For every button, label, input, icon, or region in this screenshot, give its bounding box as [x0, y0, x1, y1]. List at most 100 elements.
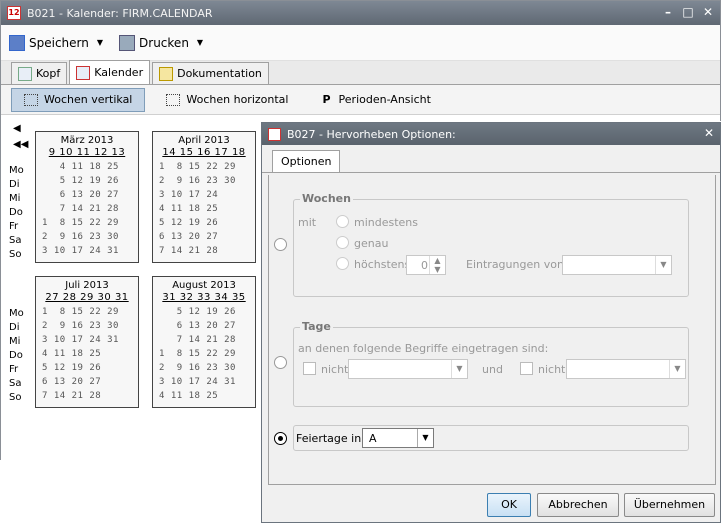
spinner-value: 0 — [421, 259, 428, 272]
and-label: und — [482, 363, 503, 376]
floppy-disk-icon — [9, 34, 25, 51]
toolbar: Speichern ▼ Drucken ▼ — [1, 25, 720, 61]
cancel-button[interactable]: Abbrechen — [537, 493, 619, 517]
term-combo-1[interactable]: ▼ — [348, 359, 468, 379]
view-label: Wochen vertikal — [44, 93, 133, 106]
view-weeks-vertical-button[interactable]: Wochen vertikal — [11, 87, 146, 112]
day-grid[interactable]: 1 8 15 22 29 2 9 16 23 30 3 10 17 24 31 4 1… — [36, 305, 138, 403]
not-checkbox-2[interactable] — [520, 362, 533, 375]
dialog-tab-bar: Optionen — [262, 145, 720, 173]
apply-button[interactable]: Übernehmen — [624, 493, 715, 517]
day-label: Mo — [9, 165, 24, 176]
vertical-grid-icon — [24, 93, 38, 106]
window-titlebar: 12 B021 - Kalender: FIRM.CALENDAR – □ ✕ — [1, 1, 720, 25]
day-grid[interactable]: 1 8 15 22 29 2 9 16 23 30 3 10 17 24 4 11 1… — [153, 160, 255, 258]
weeks-group: Wochen mit mindestens genau höchstens 0 … — [293, 192, 689, 297]
chevron-down-icon[interactable]: ▼ — [97, 38, 103, 47]
maximum-radio[interactable] — [336, 257, 349, 270]
document-icon — [159, 66, 174, 81]
day-label: Di — [9, 322, 20, 333]
day-label: Do — [9, 207, 23, 218]
day-label: Do — [9, 350, 23, 361]
day-label: Di — [9, 179, 20, 190]
exact-radio[interactable] — [336, 236, 349, 249]
save-button[interactable]: Speichern ▼ — [9, 34, 103, 51]
day-labels-bottom: Mo Di Mi Do Fr Sa So — [9, 307, 33, 405]
holidays-radio[interactable] — [274, 432, 287, 445]
week-numbers: 9 10 11 12 13 — [48, 147, 126, 158]
calendar-icon — [76, 65, 91, 80]
days-radio[interactable] — [274, 356, 287, 369]
chevron-down-icon[interactable]: ▼ — [669, 360, 685, 378]
close-icon[interactable]: ✕ — [704, 126, 714, 140]
spinner-arrows-icon[interactable]: ▲ ▼ — [429, 256, 445, 274]
tab-kalender[interactable]: Kalender — [69, 60, 151, 84]
dialog-title: B027 - Hervorheben Optionen: — [287, 127, 456, 141]
day-label: Mi — [9, 193, 21, 204]
rewind-arrow-icon[interactable]: ◀◀ — [13, 139, 28, 150]
holidays-group: Feiertage in: A ▼ — [293, 425, 689, 451]
month-march: März 2013 9 10 11 12 13 4 11 18 25 5 12 … — [35, 131, 139, 263]
calendar-icon — [268, 127, 281, 141]
horizontal-grid-icon — [166, 93, 181, 106]
day-label: Sa — [9, 378, 22, 389]
view-label: Wochen horizontal — [186, 93, 289, 106]
month-title: April 2013 — [178, 135, 230, 146]
view-bar: Wochen vertikal Wochen horizontal P Perio… — [1, 85, 720, 115]
month-july: Juli 2013 27 28 29 30 31 1 8 15 22 29 2 9… — [35, 276, 139, 408]
day-grid[interactable]: 4 11 18 25 5 12 19 26 6 13 20 27 7 14 21… — [36, 160, 138, 258]
days-group: Tage an denen folgende Begriffe eingetra… — [293, 320, 689, 407]
tab-label: Kopf — [36, 67, 61, 80]
window-title: B021 - Kalender: FIRM.CALENDAR — [27, 6, 213, 20]
tab-bar: Kopf Kalender Dokumentation — [1, 60, 720, 85]
days-group-label: Tage — [300, 320, 333, 333]
print-label: Drucken — [139, 35, 189, 50]
not-checkbox-1[interactable] — [303, 362, 316, 375]
exact-label: genau — [354, 237, 389, 250]
chevron-down-icon[interactable]: ▼ — [197, 38, 203, 47]
minimize-button[interactable]: – — [660, 4, 676, 20]
days-description: an denen folgende Begriffe eingetragen s… — [298, 342, 549, 355]
entries-from-label: Eintragungen von: — [466, 258, 568, 271]
day-label: So — [9, 392, 22, 403]
entries-from-combo[interactable]: ▼ — [562, 255, 672, 275]
week-numbers: 31 32 33 34 35 — [162, 292, 246, 303]
save-label: Speichern — [29, 35, 89, 50]
not-label-2: nicht — [538, 363, 566, 376]
tab-optionen[interactable]: Optionen — [272, 150, 341, 172]
header-icon — [18, 66, 32, 81]
chevron-down-icon[interactable]: ▼ — [655, 256, 671, 274]
day-grid[interactable]: 5 12 19 26 6 13 20 27 7 14 21 28 1 8 15 2… — [153, 305, 255, 403]
view-periods-button[interactable]: P Perioden-Ansicht — [309, 88, 443, 112]
day-label: Mi — [9, 336, 21, 347]
ok-button[interactable]: OK — [487, 493, 531, 517]
holidays-country-value: A — [369, 432, 377, 445]
day-labels-top: Mo Di Mi Do Fr Sa So — [9, 164, 33, 262]
day-label: Fr — [9, 364, 19, 375]
tab-kopf[interactable]: Kopf — [11, 62, 68, 84]
weeks-count-spinner[interactable]: 0 ▲ ▼ — [406, 255, 446, 275]
tab-label: Dokumentation — [177, 67, 262, 80]
minimum-label: mindestens — [354, 216, 419, 229]
chevron-down-icon[interactable]: ▼ — [417, 429, 433, 447]
maximize-button[interactable]: □ — [680, 4, 696, 20]
dialog-titlebar: B027 - Hervorheben Optionen: — [262, 123, 720, 145]
options-panel: Wochen mit mindestens genau höchstens 0 … — [268, 175, 716, 485]
holidays-label: Feiertage in: — [296, 432, 365, 445]
day-label: Mo — [9, 308, 24, 319]
month-title: August 2013 — [172, 280, 236, 291]
view-weeks-horizontal-button[interactable]: Wochen horizontal — [153, 88, 301, 112]
print-button[interactable]: Drucken ▼ — [119, 34, 203, 51]
weeks-radio[interactable] — [274, 238, 287, 251]
term-combo-2[interactable]: ▼ — [566, 359, 686, 379]
tab-dokumentation[interactable]: Dokumentation — [152, 62, 269, 84]
with-label: mit — [298, 216, 317, 229]
week-numbers: 14 15 16 17 18 — [162, 147, 246, 158]
minimum-radio[interactable] — [336, 215, 349, 228]
close-button[interactable]: ✕ — [700, 4, 716, 20]
prev-arrow-icon[interactable]: ◀ — [13, 123, 21, 134]
day-label: So — [9, 249, 22, 260]
chevron-down-icon[interactable]: ▼ — [451, 360, 467, 378]
tab-label: Kalender — [94, 66, 144, 79]
holidays-country-combo[interactable]: A ▼ — [362, 428, 434, 448]
